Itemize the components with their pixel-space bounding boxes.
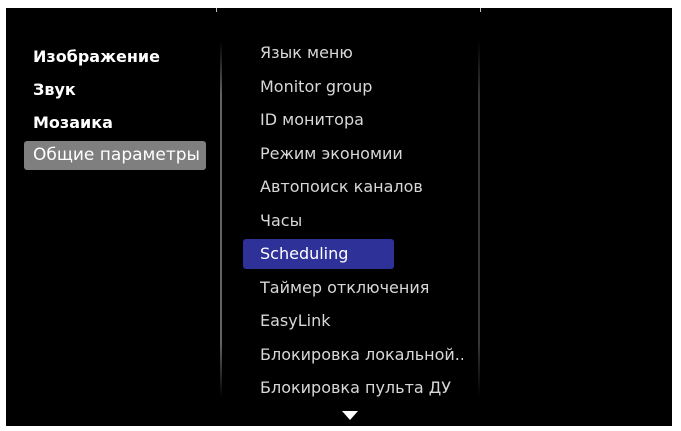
menu-item-sound[interactable]: Звук [24, 75, 206, 104]
submenu-item-scheduling[interactable]: Scheduling [243, 239, 394, 269]
top-tick-mark [480, 8, 481, 12]
submenu-item-clock[interactable]: Часы [243, 206, 463, 236]
submenu-item-remote-lock[interactable]: Блокировка пульта ДУ [243, 373, 463, 403]
menu-item-picture[interactable]: Изображение [24, 42, 206, 71]
submenu-item-easylink[interactable]: EasyLink [243, 306, 463, 336]
main-menu: Изображение Звук Мозаика Общие параметры [24, 42, 206, 174]
submenu-item-menu-language[interactable]: Язык меню [243, 38, 463, 68]
osd-screen: Изображение Звук Мозаика Общие параметры… [6, 8, 672, 426]
submenu-item-eco-mode[interactable]: Режим экономии [243, 139, 463, 169]
submenu-item-monitor-group[interactable]: Monitor group [243, 72, 463, 102]
submenu: Язык меню Monitor group ID монитора Режи… [243, 38, 463, 407]
menu-divider [220, 41, 222, 397]
top-tick-mark [216, 8, 217, 12]
menu-divider [478, 41, 480, 397]
menu-item-tiling[interactable]: Мозаика [24, 108, 206, 137]
submenu-item-monitor-id[interactable]: ID монитора [243, 105, 463, 135]
submenu-item-sleep-timer[interactable]: Таймер отключения [243, 273, 463, 303]
submenu-item-local-keyboard-lock[interactable]: Блокировка локальной... [243, 340, 463, 370]
triangle-down-icon[interactable] [342, 411, 358, 420]
menu-item-general-settings[interactable]: Общие параметры [24, 141, 206, 170]
submenu-item-auto-search[interactable]: Автопоиск каналов [243, 172, 463, 202]
